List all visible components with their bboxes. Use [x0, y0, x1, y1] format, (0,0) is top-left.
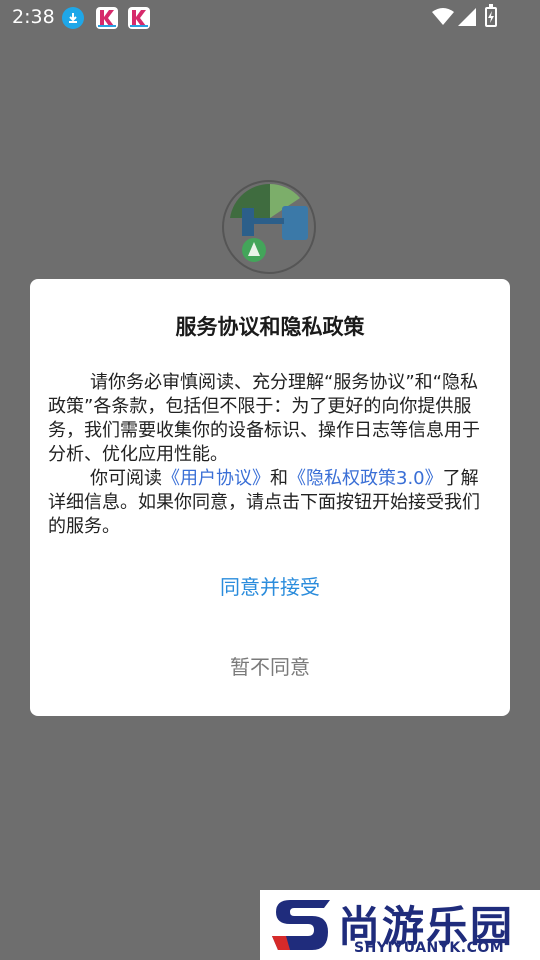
site-watermark: 尚游乐园 SHYIYUANYK.COM: [260, 890, 540, 960]
k-app-icon: [128, 7, 150, 29]
dialog-paragraph: 请你务必审慎阅读、充分理解“服务协议”和“隐私政策”各条款，包括但不限于：为了更…: [48, 372, 480, 465]
dialog-paragraph: 你可阅读《用户协议》和《隐私权政策3.0》了解详细信息。如果你同意，请点击下面按…: [48, 467, 494, 539]
dialog-body: 请你务必审慎阅读、充分理解“服务协议”和“隐私政策”各条款，包括但不限于：为了更…: [48, 371, 494, 539]
wifi-icon: [432, 8, 454, 30]
privacy-policy-link[interactable]: 《隐私权政策3.0》: [288, 468, 443, 489]
signal-icon: [458, 8, 476, 30]
decline-button[interactable]: 暂不同意: [30, 651, 510, 680]
brand-domain: SHYIYUANYK.COM: [354, 940, 505, 956]
status-time: 2:38: [12, 6, 55, 28]
para2-prefix: 你可阅读: [90, 468, 162, 489]
app-logo: [220, 178, 318, 276]
download-icon: [62, 7, 84, 29]
dialog-title: 服务协议和隐私政策: [175, 315, 365, 339]
user-agreement-link[interactable]: 《用户协议》: [162, 468, 270, 489]
status-bar: 2:38: [0, 0, 540, 36]
and-text: 和: [270, 468, 288, 489]
brand-s-logo: [272, 900, 330, 950]
privacy-dialog: 服务协议和隐私政策 请你务必审慎阅读、充分理解“服务协议”和“隐私政策”各条款，…: [30, 279, 510, 716]
battery-icon: [485, 4, 497, 27]
agree-button[interactable]: 同意并接受: [30, 571, 510, 600]
k-app-icon: [96, 7, 118, 29]
